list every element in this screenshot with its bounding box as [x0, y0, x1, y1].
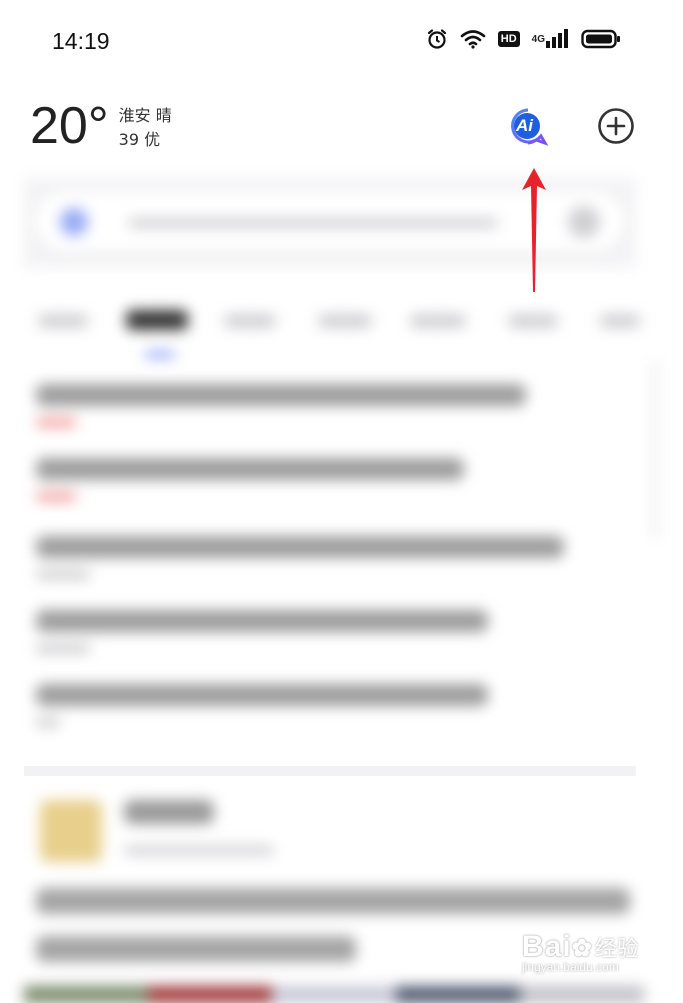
- weather-condition: 晴: [155, 106, 172, 125]
- plus-circle-icon: [598, 108, 634, 144]
- tab-item-active[interactable]: [126, 310, 188, 330]
- card-text-line[interactable]: [36, 888, 630, 914]
- wifi-icon: [460, 29, 486, 49]
- active-tab-indicator: [145, 352, 175, 357]
- card-text-line[interactable]: [36, 936, 356, 962]
- air-quality: 39 优: [118, 130, 161, 149]
- tab-item[interactable]: [318, 314, 372, 328]
- ai-assistant-button[interactable]: Ai: [508, 107, 549, 147]
- battery-icon: [581, 29, 621, 49]
- watermark-brand: Bai: [522, 930, 572, 963]
- location-condition: 淮安 晴: [119, 104, 172, 128]
- network-type-label: 4G: [531, 33, 545, 45]
- card-author[interactable]: [124, 800, 214, 824]
- city-name: 淮安: [118, 106, 151, 125]
- baidu-jingyan-watermark: Bai✿经验 jingyan.baidu.com: [522, 930, 652, 998]
- scrollbar: [652, 360, 658, 540]
- channel-tabs[interactable]: [30, 306, 680, 336]
- news-item[interactable]: [36, 458, 464, 501]
- news-item[interactable]: [36, 384, 526, 427]
- hd-badge: HD: [497, 31, 520, 47]
- section-divider: [24, 766, 636, 776]
- card-meta: [124, 846, 274, 855]
- tab-item[interactable]: [600, 314, 640, 328]
- tab-item[interactable]: [508, 314, 558, 328]
- alarm-icon: [426, 28, 448, 50]
- ai-label: Ai: [516, 116, 533, 135]
- add-button[interactable]: [597, 107, 635, 145]
- tab-item[interactable]: [38, 314, 88, 328]
- signal-4g-icon: 4G: [532, 29, 569, 49]
- news-item[interactable]: [36, 684, 488, 727]
- status-time: 14:19: [52, 28, 110, 54]
- paw-icon: ✿: [571, 935, 593, 962]
- news-item[interactable]: [36, 536, 564, 579]
- tab-item[interactable]: [410, 314, 466, 328]
- search-logo-icon: [60, 208, 88, 236]
- status-bar: 14:19 HD 4G: [0, 0, 683, 84]
- camera-icon[interactable]: [568, 206, 600, 238]
- temperature: 20°: [30, 97, 109, 155]
- news-item[interactable]: [36, 610, 488, 653]
- search-placeholder: [128, 218, 498, 228]
- tab-item[interactable]: [224, 314, 276, 328]
- card-avatar[interactable]: [40, 800, 102, 862]
- weather-widget[interactable]: 20° 淮安 晴 39 优: [30, 98, 172, 154]
- annotation-arrow: [522, 168, 546, 292]
- watermark-cn: 经验: [594, 937, 639, 962]
